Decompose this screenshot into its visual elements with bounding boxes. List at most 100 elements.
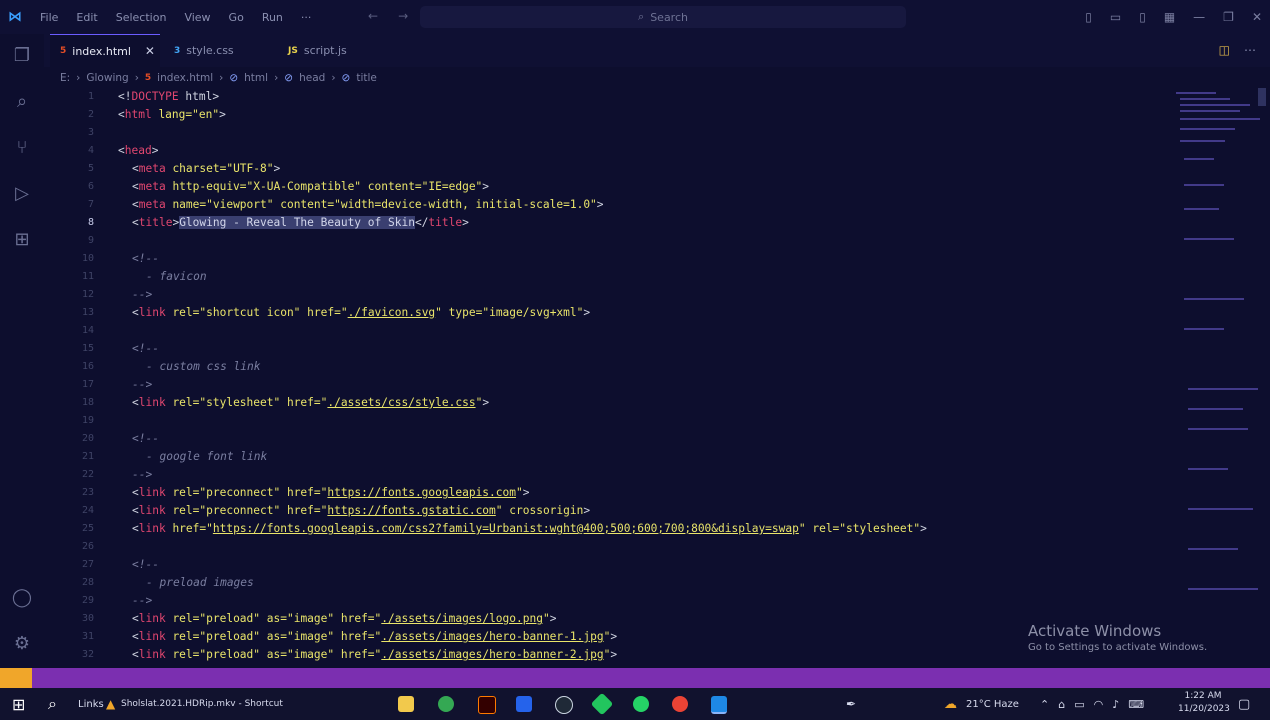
code-comment: --> [132, 378, 153, 391]
minimap-line [1188, 588, 1258, 590]
breadcrumb-file[interactable]: index.html [157, 72, 213, 84]
split-editor-icon[interactable]: ◫ [1219, 43, 1230, 57]
menu-go[interactable]: Go [229, 11, 244, 24]
line-number: 31 [81, 631, 94, 642]
battery-icon[interactable]: ▭ [1074, 698, 1084, 711]
activate-windows-watermark: Activate Windows Go to Settings to activ… [1028, 622, 1207, 653]
line-number: 11 [81, 271, 94, 282]
menu-file[interactable]: File [40, 11, 58, 24]
tab-label: index.html [72, 44, 131, 58]
forward-arrow-icon[interactable]: → [398, 9, 408, 23]
line-number: 20 [81, 433, 94, 444]
code-comment: --> [132, 468, 153, 481]
network-icon[interactable]: ⌂ [1058, 698, 1065, 711]
code-line: <meta http-equiv="X-UA-Compatible" conte… [132, 180, 490, 193]
more-actions-icon[interactable]: ⋯ [1244, 43, 1256, 57]
system-tray[interactable]: ⌃ ⌂ ▭ ◠ ♪ ⌨ [1040, 694, 1144, 714]
minimap[interactable] [1170, 88, 1260, 668]
line-number: 23 [81, 487, 94, 498]
line-number: 10 [81, 253, 94, 264]
code-editor[interactable]: 1 2 3 4 5 6 7 8 9 10 11 12 13 14 15 16 1… [44, 88, 1170, 668]
illustrator-icon[interactable] [478, 696, 496, 714]
breadcrumb-html[interactable]: html [244, 72, 268, 84]
vscode-taskbar-icon[interactable] [711, 696, 727, 714]
vscode-logo-icon: ⋈ [8, 9, 22, 25]
app-circle-icon[interactable] [555, 696, 573, 714]
weather-text[interactable]: 21°C Haze [966, 694, 1019, 714]
minimize-button[interactable]: — [1193, 10, 1205, 24]
wifi-icon[interactable]: ◠ [1094, 698, 1104, 711]
command-center-search[interactable]: ⌕ Search [420, 6, 906, 28]
menu-run[interactable]: Run [262, 11, 283, 24]
menu-selection[interactable]: Selection [116, 11, 167, 24]
back-arrow-icon[interactable]: ← [368, 9, 378, 23]
taskbar-search-icon[interactable]: ⌕ [48, 694, 57, 714]
minimap-line [1176, 92, 1216, 94]
customize-layout-icon[interactable]: ▦ [1164, 10, 1175, 24]
tab-script-js[interactable]: JS script.js [278, 34, 388, 67]
html-file-icon: 5 [144, 73, 152, 83]
toggle-secondary-sidebar-icon[interactable]: ▯ [1139, 10, 1146, 24]
chrome-icon[interactable] [438, 696, 454, 712]
editor-tabs: 5 index.html ✕ 3 style.css JS script.js … [44, 34, 1270, 67]
line-number: 12 [81, 289, 94, 300]
code-line: <meta charset="UTF-8"> [132, 162, 281, 175]
code-comment: <!-- [132, 558, 159, 571]
source-control-icon[interactable]: ⑂ [10, 136, 34, 160]
line-number: 21 [81, 451, 94, 462]
search-view-icon[interactable]: ⌕ [10, 90, 34, 114]
tab-style-css[interactable]: 3 style.css [164, 34, 274, 67]
keyboard-icon[interactable]: ⌨ [1128, 698, 1144, 711]
run-debug-icon[interactable]: ▷ [10, 182, 34, 206]
line-number: 24 [81, 505, 94, 516]
pen-icon[interactable]: ✒ [846, 694, 856, 714]
chevron-up-icon[interactable]: ⌃ [1040, 698, 1049, 711]
whatsapp-icon[interactable] [633, 696, 649, 712]
line-number: 7 [87, 199, 94, 210]
clock[interactable]: 1:22 AM 11/20/2023 [1178, 690, 1230, 716]
vertical-scrollbar[interactable] [1258, 88, 1266, 106]
minimap-line [1184, 238, 1234, 240]
toggle-panel-icon[interactable]: ▭ [1110, 10, 1121, 24]
line-number: 29 [81, 595, 94, 606]
taskbar-window-label[interactable]: Sholslat.2021.HDRip.mkv - Shortcut [121, 694, 283, 714]
breadcrumb-head[interactable]: head [299, 72, 325, 84]
maximize-button[interactable]: ❐ [1223, 10, 1234, 24]
minimap-line [1180, 128, 1235, 130]
menu-more[interactable]: ··· [301, 11, 312, 24]
menu-view[interactable]: View [184, 11, 210, 24]
breadcrumb-folder[interactable]: Glowing [86, 72, 128, 84]
breadcrumb-title[interactable]: title [356, 72, 377, 84]
app-icon[interactable] [516, 696, 532, 712]
minimap-line [1188, 428, 1248, 430]
code-comment: - google font link [146, 450, 268, 463]
remote-indicator[interactable] [0, 668, 32, 688]
line-number: 26 [81, 541, 94, 552]
element-icon: ⊘ [229, 72, 239, 84]
chevron-right-icon: › [274, 72, 279, 84]
line-number: 19 [81, 415, 94, 426]
settings-gear-icon[interactable]: ⚙ [10, 632, 34, 656]
chrome-profile-icon[interactable] [672, 696, 688, 712]
taskbar-links[interactable]: Links [78, 694, 104, 714]
toggle-sidebar-icon[interactable]: ▯ [1085, 10, 1092, 24]
minimap-line [1184, 328, 1224, 330]
menu-edit[interactable]: Edit [76, 11, 97, 24]
account-icon[interactable]: ◯ [10, 586, 34, 610]
notification-icon[interactable]: ▢ [1238, 694, 1250, 714]
tab-index-html[interactable]: 5 index.html ✕ [50, 34, 160, 67]
close-tab-icon[interactable]: ✕ [145, 44, 155, 58]
extensions-icon[interactable]: ⊞ [10, 228, 34, 252]
volume-icon[interactable]: ♪ [1112, 698, 1119, 711]
explorer-icon[interactable]: ❐ [10, 44, 34, 68]
start-windows-icon[interactable]: ⊞ [12, 694, 25, 714]
breadcrumb-drive[interactable]: E: [60, 72, 70, 84]
js-file-icon: JS [288, 45, 298, 56]
minimap-line [1188, 548, 1238, 550]
app-diamond-icon[interactable] [590, 692, 614, 716]
line-number: 2 [87, 109, 94, 120]
close-button[interactable]: ✕ [1252, 10, 1262, 24]
editor-actions: ◫ ⋯ [1219, 43, 1256, 57]
file-explorer-icon[interactable] [398, 696, 414, 712]
line-number: 8 [87, 217, 94, 228]
